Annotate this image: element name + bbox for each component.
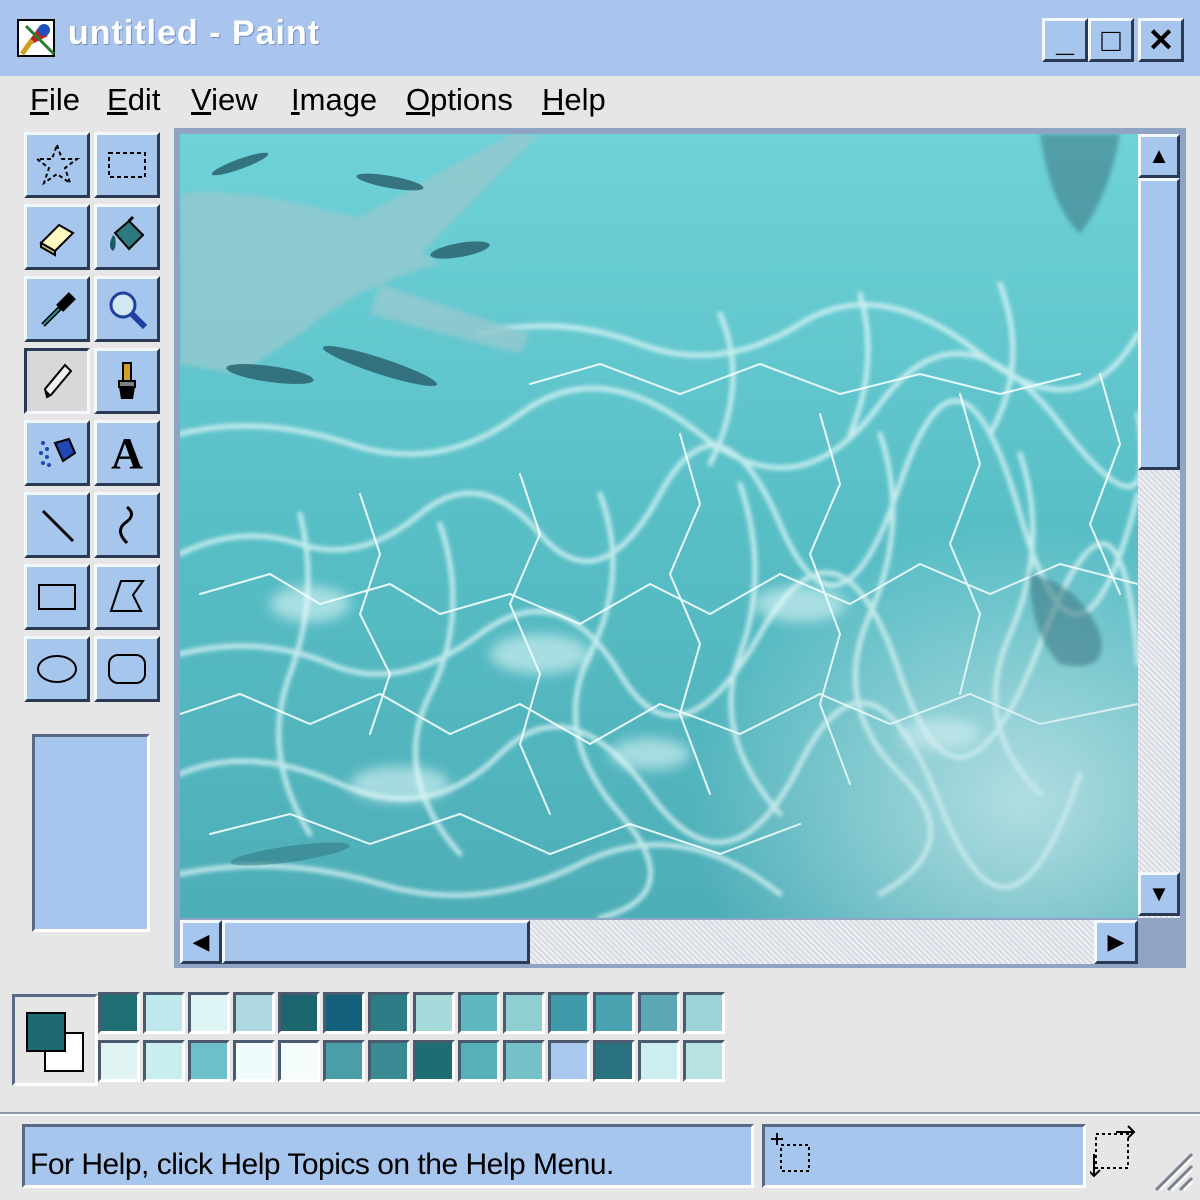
rectangle-icon: [38, 584, 76, 610]
palette-color-swatch[interactable]: [323, 992, 365, 1034]
vertical-scroll-thumb[interactable]: [1138, 178, 1180, 470]
airbrush-tool[interactable]: [24, 420, 90, 486]
palette-color-swatch[interactable]: [683, 992, 725, 1034]
scroll-right-button[interactable]: ▶: [1094, 920, 1138, 964]
palette-color-swatch[interactable]: [638, 992, 680, 1034]
pencil-icon: [43, 363, 73, 399]
fill-with-color-tool[interactable]: [94, 204, 160, 270]
menu-edit[interactable]: Edit: [107, 82, 160, 118]
menu-help[interactable]: Help: [542, 82, 606, 118]
palette-color-swatch[interactable]: [368, 1040, 410, 1082]
palette-color-swatch[interactable]: [98, 992, 140, 1034]
palette-color-swatch[interactable]: [413, 992, 455, 1034]
status-help-text: For Help, click Help Topics on the Help …: [30, 1148, 614, 1181]
palette-color-swatch[interactable]: [593, 1040, 635, 1082]
menu-view[interactable]: View: [191, 82, 258, 118]
polygon-tool[interactable]: [94, 564, 160, 630]
window-title: untitled - Paint: [68, 14, 321, 52]
status-size-box: [1087, 1124, 1140, 1188]
airbrush-icon: [39, 437, 77, 467]
scroll-left-button[interactable]: ◀: [180, 920, 222, 964]
palette-color-swatch[interactable]: [638, 1040, 680, 1082]
menu-file[interactable]: File: [30, 82, 80, 118]
selection-size-icon: [1087, 1125, 1136, 1178]
foreground-color-swatch[interactable]: [26, 1012, 66, 1052]
rect-select-icon: [108, 152, 146, 178]
palette-color-swatch[interactable]: [323, 1040, 365, 1082]
palette-color-swatch[interactable]: [413, 1040, 455, 1082]
palette-color-swatch[interactable]: [548, 1040, 590, 1082]
rounded-rectangle-tool[interactable]: [94, 636, 160, 702]
rectangle-tool[interactable]: [24, 564, 90, 630]
ellipse-icon: [37, 655, 77, 683]
status-position-box: [762, 1124, 1086, 1188]
palette-color-swatch[interactable]: [593, 992, 635, 1034]
fill-bucket-icon: [110, 215, 145, 251]
horizontal-scroll-thumb[interactable]: [222, 920, 530, 964]
pencil-tool[interactable]: [24, 348, 90, 414]
palette-color-swatch[interactable]: [233, 1040, 275, 1082]
palette-color-swatch[interactable]: [98, 1040, 140, 1082]
palette-color-swatch[interactable]: [188, 1040, 230, 1082]
close-button[interactable]: ✕: [1138, 18, 1184, 62]
free-select-icon: [34, 142, 80, 186]
line-tool[interactable]: [24, 492, 90, 558]
text-tool[interactable]: A: [94, 420, 160, 486]
drawing-canvas[interactable]: [180, 134, 1138, 918]
minimize-button[interactable]: _: [1042, 18, 1088, 62]
eyedropper-icon: [41, 292, 76, 327]
menu-image[interactable]: Image: [291, 82, 377, 118]
palette-color-swatch[interactable]: [548, 992, 590, 1034]
palette-color-swatch[interactable]: [188, 992, 230, 1034]
palette-color-swatch[interactable]: [143, 992, 185, 1034]
resize-grip[interactable]: [1146, 1140, 1194, 1192]
magnifier-tool[interactable]: [94, 276, 160, 342]
palette-color-swatch[interactable]: [278, 992, 320, 1034]
magnifier-icon: [109, 291, 148, 330]
scroll-down-button[interactable]: ▼: [1138, 872, 1180, 916]
palette-color-swatch[interactable]: [458, 992, 500, 1034]
palette-color-swatch[interactable]: [503, 1040, 545, 1082]
ellipse-tool[interactable]: [24, 636, 90, 702]
palette-color-swatch[interactable]: [683, 1040, 725, 1082]
palette-color-swatch[interactable]: [503, 992, 545, 1034]
tool-box: A: [20, 128, 166, 728]
free-form-select-tool[interactable]: [24, 132, 90, 198]
palette-color-swatch[interactable]: [278, 1040, 320, 1082]
pick-color-tool[interactable]: [24, 276, 90, 342]
color-palette: [98, 992, 738, 1088]
select-tool[interactable]: [94, 132, 160, 198]
eraser-icon: [39, 223, 75, 257]
scroll-up-button[interactable]: ▲: [1138, 134, 1180, 178]
palette-color-swatch[interactable]: [458, 1040, 500, 1082]
brush-tool[interactable]: [94, 348, 160, 414]
status-divider: [0, 1112, 1200, 1116]
palette-color-swatch[interactable]: [143, 1040, 185, 1082]
tool-options-box[interactable]: [32, 734, 150, 932]
curve-icon: [119, 505, 133, 545]
palette-color-swatch[interactable]: [233, 992, 275, 1034]
paint-app-icon[interactable]: [14, 14, 62, 62]
menu-options[interactable]: Options: [406, 82, 513, 118]
palette-color-swatch[interactable]: [368, 992, 410, 1034]
maximize-button[interactable]: □: [1088, 18, 1134, 62]
underwater-photo: [180, 134, 1138, 918]
menu-bar: File Edit View Image Options Help: [0, 76, 1200, 124]
line-icon: [41, 509, 75, 543]
eraser-tool[interactable]: [24, 204, 90, 270]
brush-icon: [118, 362, 136, 399]
rounded-rect-icon: [108, 654, 146, 684]
curve-tool[interactable]: [94, 492, 160, 558]
cursor-position-icon: [771, 1133, 810, 1172]
polygon-icon: [109, 580, 145, 612]
